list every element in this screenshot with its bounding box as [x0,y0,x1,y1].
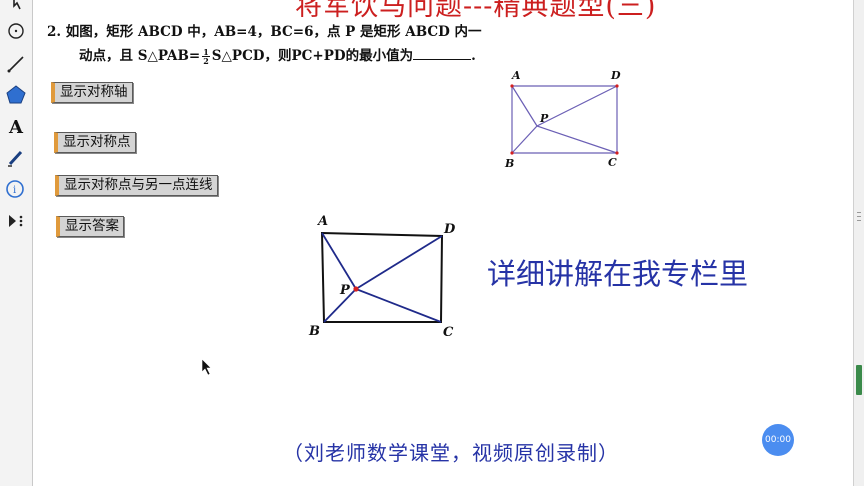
large-label-c: C [443,325,454,340]
small-label-p: P [539,112,549,125]
mouse-cursor-icon [201,358,212,376]
large-label-d: D [443,222,456,237]
small-segment-pd [536,85,618,127]
small-rectangle-figure: A D B C P [504,69,621,170]
large-point-p[interactable] [353,286,359,292]
small-label-d: D [610,69,621,82]
large-segment-pa [321,232,357,290]
recording-timer[interactable]: 00:00 [762,424,794,456]
large-segment-pd [355,235,443,290]
small-label-c: C [608,156,617,169]
footer-credit: （刘老师数学课堂，视频原创录制） [283,441,619,465]
small-segment-pa [511,85,538,127]
small-vertex-a [510,84,514,88]
large-label-a: A [316,214,328,229]
small-label-a: A [511,69,521,82]
small-segment-pb [511,125,538,154]
small-segment-pc [536,125,618,154]
small-vertex-d [615,84,619,88]
small-label-b: B [504,157,514,170]
large-rectangle-figure: A D B C P [308,214,456,340]
small-vertex-c [615,151,619,155]
promo-text: 详细讲解在我专栏里 [487,257,749,291]
large-segment-pc [355,288,442,323]
large-label-p: P [339,283,351,298]
large-label-b: B [308,324,320,339]
small-vertex-b [510,151,514,155]
small-rectangle [511,85,618,154]
geometry-canvas: A D B C P A D B C P [201,69,621,376]
